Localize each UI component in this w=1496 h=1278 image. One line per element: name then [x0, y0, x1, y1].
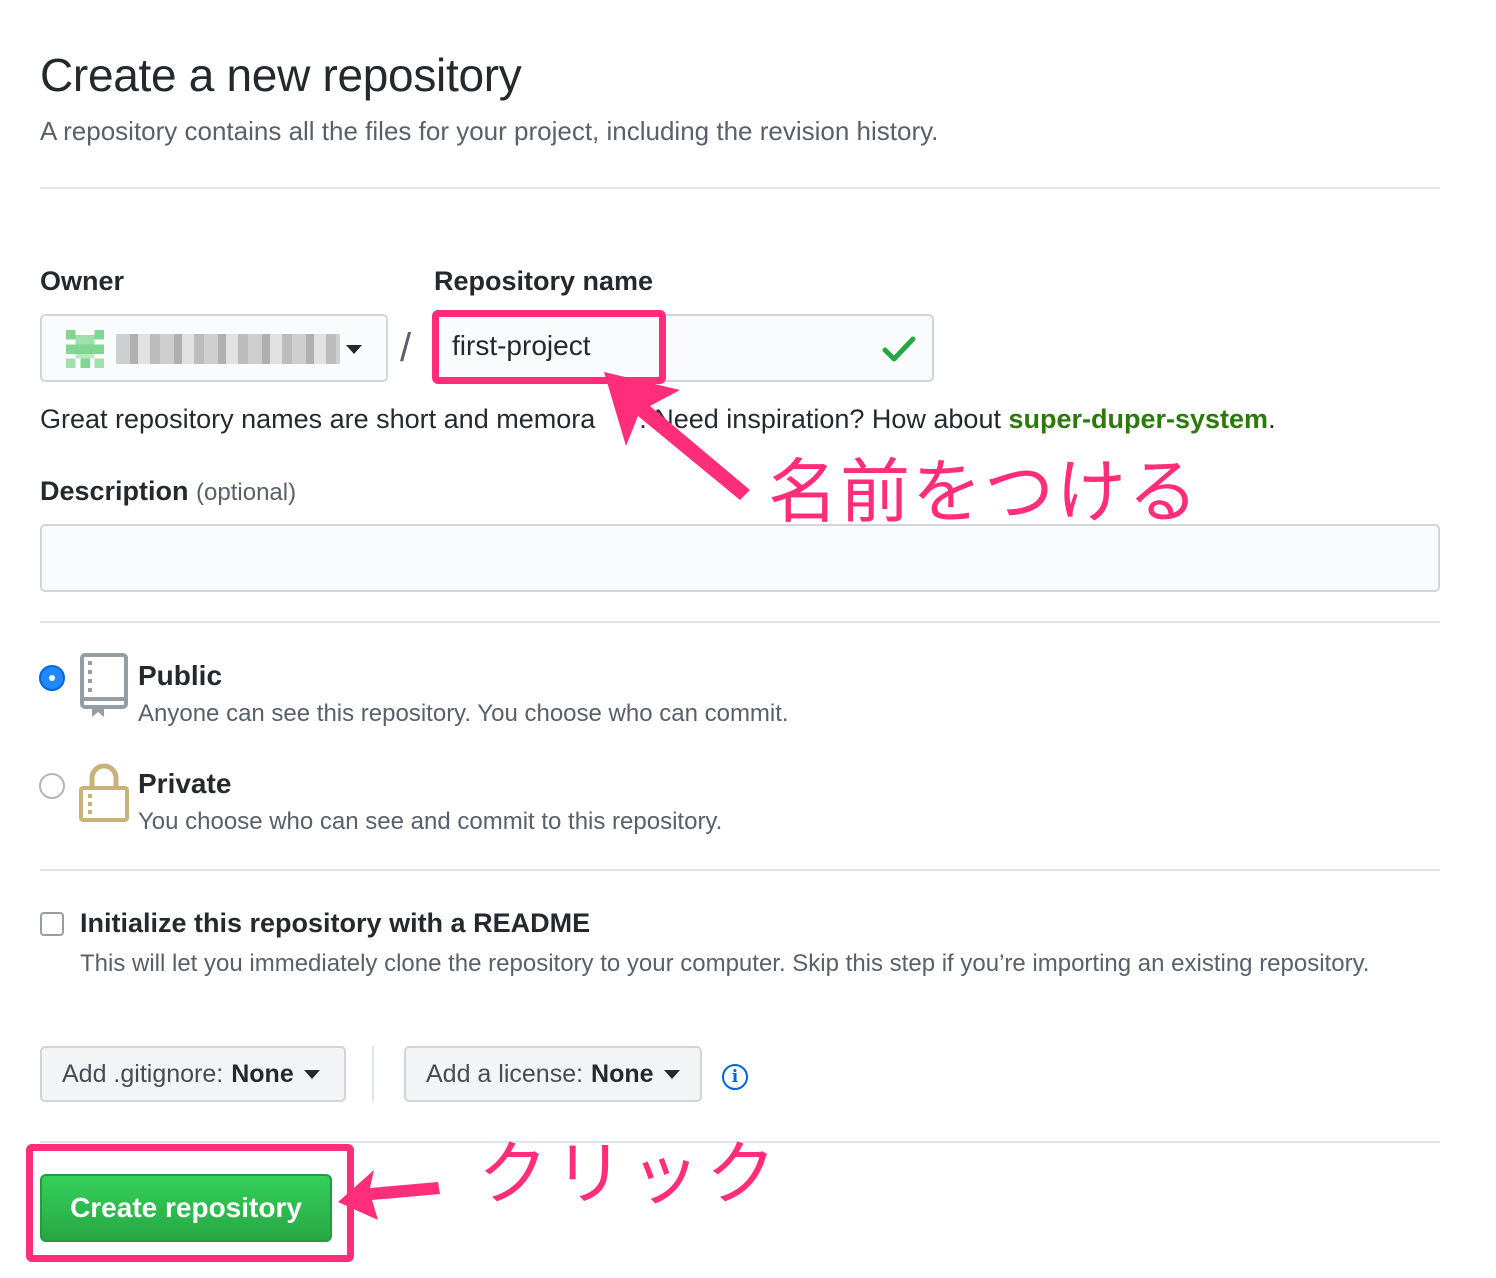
license-select[interactable]: Add a license: None — [404, 1046, 702, 1102]
optional-label: (optional) — [196, 479, 297, 506]
owner-avatar — [66, 330, 104, 368]
gitignore-label: Add .gitignore: — [62, 1059, 224, 1088]
name-annotation: 名前をつける — [768, 451, 1200, 533]
create-button-highlight — [26, 1144, 354, 1262]
click-annotation: クリック — [478, 1133, 782, 1215]
arrow-annotation — [338, 1170, 440, 1220]
repo-name-label: Repository name — [434, 266, 654, 296]
private-title: Private — [138, 768, 232, 799]
repo-book-icon — [80, 653, 128, 717]
lock-icon — [79, 763, 129, 822]
chevron-down-icon — [663, 1069, 680, 1079]
license-value: None — [591, 1059, 654, 1088]
divider — [40, 187, 1440, 189]
readme-title: Initialize this repository with a README — [80, 908, 591, 938]
public-radio[interactable] — [39, 665, 65, 691]
check-icon — [882, 336, 916, 362]
page-title: Create a new repository — [40, 49, 522, 101]
description-input[interactable] — [40, 524, 1440, 592]
divider — [40, 869, 1440, 871]
divider — [40, 621, 1440, 623]
suggestion-link[interactable]: super-duper-system — [1008, 404, 1268, 434]
public-desc: Anyone can see this repository. You choo… — [138, 700, 789, 727]
owner-name-redacted — [116, 334, 340, 364]
gitignore-select[interactable]: Add .gitignore: None — [40, 1046, 346, 1102]
gitignore-value: None — [231, 1059, 294, 1088]
chevron-down-icon — [346, 345, 362, 354]
owner-repo-separator: / — [400, 326, 412, 370]
arrow-annotation — [604, 372, 750, 500]
page-subtitle: A repository contains all the files for … — [40, 116, 939, 146]
license-label: Add a license: — [426, 1059, 584, 1088]
chevron-down-icon — [303, 1069, 320, 1079]
description-label: Description (optional) — [40, 476, 297, 506]
public-title: Public — [138, 660, 223, 691]
private-desc: You choose who can see and commit to thi… — [138, 808, 723, 835]
readme-checkbox[interactable] — [40, 912, 64, 936]
readme-desc: This will let you immediately clone the … — [80, 950, 1370, 977]
select-divider — [372, 1046, 374, 1102]
private-radio[interactable] — [39, 773, 65, 799]
info-icon[interactable]: i — [722, 1064, 748, 1090]
owner-label: Owner — [40, 266, 125, 296]
